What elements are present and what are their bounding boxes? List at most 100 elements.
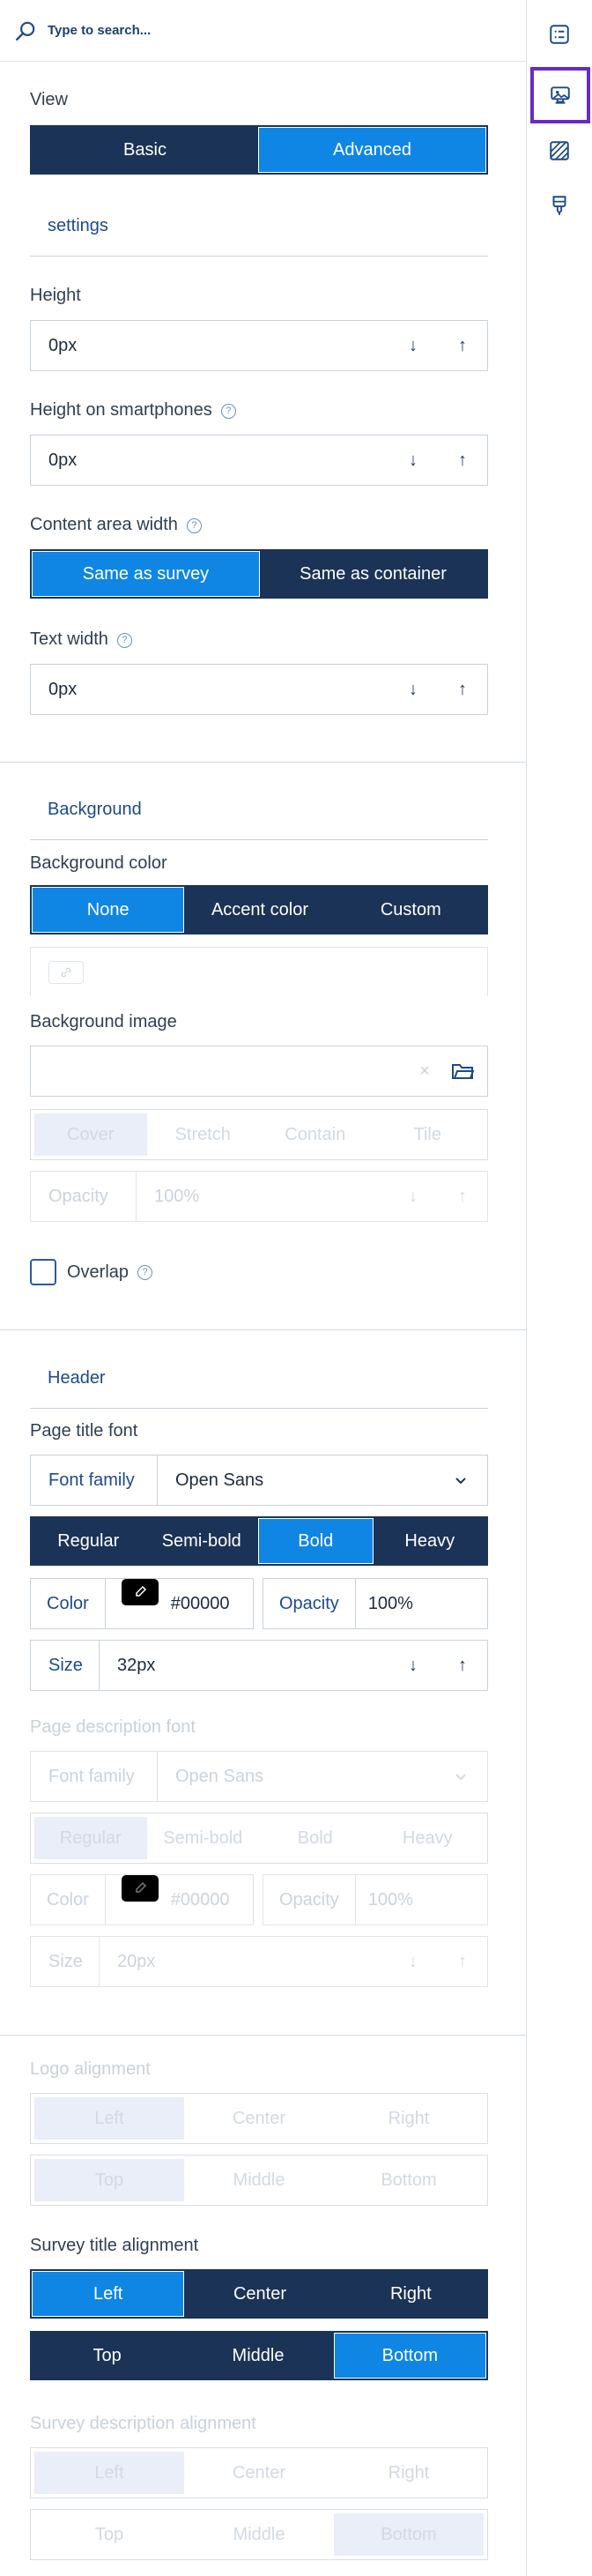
title-font-family-value[interactable]: Open Sans — [158, 1456, 434, 1505]
desc-color-value: #000000 — [170, 1889, 229, 1910]
chevron-down-icon[interactable] — [434, 1456, 487, 1505]
help-icon[interactable]: ? — [186, 518, 202, 533]
arrow-down-icon[interactable]: ↓ — [388, 450, 438, 471]
title-size-value[interactable]: 32px — [100, 1656, 388, 1676]
height-mobile-label: Height on smartphones? — [30, 400, 236, 421]
background-image-label: Background image — [30, 1012, 177, 1031]
logo-align-top: Top — [34, 2159, 184, 2201]
view-advanced-option[interactable]: Advanced — [258, 127, 486, 173]
desc-color-field: Color #000000 — [30, 1874, 254, 1925]
pattern-icon[interactable] — [544, 136, 574, 166]
arrow-down-icon[interactable]: ↓ — [388, 336, 438, 356]
view-label: View — [30, 90, 68, 109]
logo-v-align-toggle: Top Middle Bottom — [30, 2155, 488, 2206]
arrow-up-icon[interactable]: ↑ — [438, 1656, 487, 1676]
fit-stretch-option: Stretch — [174, 1124, 231, 1144]
theme-icon[interactable] — [530, 67, 590, 123]
height-mobile-label-text: Height on smartphones — [30, 400, 212, 420]
title-align-bottom[interactable]: Bottom — [333, 2333, 486, 2379]
search-bar[interactable]: Type to search... — [0, 0, 527, 62]
title-align-left[interactable]: Left — [32, 2271, 185, 2317]
desc-font-label: Page description font — [30, 1717, 196, 1737]
tool-rail — [527, 0, 592, 2576]
bg-accent-option[interactable]: Accent color — [184, 887, 335, 933]
fit-cover-option: Cover — [34, 1113, 147, 1156]
brush-icon[interactable] — [544, 190, 574, 220]
same-as-container-option[interactable]: Same as container — [260, 551, 486, 597]
desc-align-right: Right — [388, 2462, 430, 2483]
section-divider — [0, 2035, 527, 2036]
list-icon[interactable] — [544, 19, 574, 49]
title-color-field[interactable]: Color #000000 — [30, 1578, 254, 1629]
arrow-down-icon[interactable]: ↓ — [388, 680, 438, 700]
desc-weight-regular: Regular — [34, 1817, 147, 1859]
title-align-right[interactable]: Right — [336, 2271, 486, 2317]
desc-weight-heavy: Heavy — [402, 1828, 453, 1848]
clear-icon[interactable]: × — [411, 1061, 438, 1082]
title-weight-heavy[interactable]: Heavy — [374, 1518, 487, 1564]
search-icon — [16, 21, 35, 41]
bg-opacity-field: Opacity 100% ↓ ↑ — [30, 1171, 488, 1222]
logo-align-center: Center — [232, 2108, 286, 2128]
help-icon[interactable]: ? — [137, 1264, 153, 1280]
arrow-up-icon: ↑ — [458, 1951, 467, 1971]
text-width-value[interactable]: 0px — [31, 680, 388, 700]
background-color-label: Background color — [30, 853, 167, 873]
title-size-field[interactable]: Size 32px ↓ ↑ — [30, 1640, 488, 1691]
height-field[interactable]: 0px ↓ ↑ — [30, 320, 488, 371]
title-font-family-select[interactable]: Font family Open Sans — [30, 1455, 488, 1506]
arrow-down-icon[interactable]: ↓ — [388, 1656, 438, 1676]
title-align-middle[interactable]: Middle — [182, 2333, 333, 2379]
survey-desc-alignment-label: Survey description alignment — [30, 2414, 256, 2433]
title-color-value[interactable]: #000000 — [159, 1579, 229, 1628]
title-weight-bold[interactable]: Bold — [258, 1518, 374, 1564]
help-icon[interactable]: ? — [220, 404, 236, 419]
title-align-center[interactable]: Center — [184, 2271, 335, 2317]
text-width-field[interactable]: 0px ↓ ↑ — [30, 664, 488, 715]
section-divider — [0, 762, 527, 763]
link-icon — [48, 960, 84, 984]
title-opacity-value[interactable]: 100% — [356, 1579, 413, 1628]
chevron-down-icon — [434, 1752, 487, 1801]
arrow-up-icon[interactable]: ↑ — [438, 450, 487, 471]
view-basic-option[interactable]: Basic — [32, 127, 258, 173]
height-mobile-field[interactable]: 0px ↓ ↑ — [30, 435, 488, 486]
logo-align-right: Right — [388, 2108, 430, 2128]
background-section-title: Background — [48, 800, 142, 819]
bg-none-option[interactable]: None — [32, 887, 185, 933]
title-opacity-field[interactable]: Opacity 100% — [263, 1578, 488, 1629]
title-v-align-toggle: Top Middle Bottom — [30, 2331, 488, 2380]
background-image-field[interactable]: × — [30, 1046, 488, 1097]
title-weight-semibold[interactable]: Semi-bold — [145, 1518, 259, 1564]
title-font-label: Page title font — [30, 1421, 138, 1441]
bg-opacity-value: 100% — [154, 1186, 200, 1206]
height-mobile-value[interactable]: 0px — [31, 450, 388, 471]
desc-align-top: Top — [94, 2524, 124, 2544]
search-input[interactable]: Type to search... — [48, 23, 151, 38]
desc-size-label: Size — [31, 1937, 100, 1986]
title-weight-toggle: Regular Semi-bold Bold Heavy — [30, 1516, 488, 1566]
background-rule — [30, 839, 488, 840]
height-label: Height — [30, 286, 81, 305]
desc-align-bottom: Bottom — [334, 2513, 484, 2556]
title-weight-regular[interactable]: Regular — [32, 1518, 145, 1564]
overlap-row[interactable]: Overlap ? — [30, 1259, 153, 1285]
content-width-label-text: Content area width — [30, 515, 178, 534]
title-align-top[interactable]: Top — [32, 2333, 182, 2379]
eyedropper-icon[interactable] — [121, 1579, 159, 1605]
section-divider — [0, 1329, 527, 1330]
help-icon[interactable]: ? — [116, 633, 132, 648]
overlap-checkbox[interactable] — [30, 1259, 56, 1285]
folder-icon[interactable] — [438, 1061, 487, 1081]
same-as-survey-option[interactable]: Same as survey — [32, 551, 260, 597]
arrow-up-icon[interactable]: ↑ — [438, 680, 487, 700]
settings-rule — [30, 256, 488, 257]
eyedropper-icon — [121, 1875, 159, 1902]
arrow-up-icon[interactable]: ↑ — [438, 336, 487, 356]
title-color-label: Color — [31, 1579, 106, 1628]
desc-font-family-value: Open Sans — [175, 1766, 264, 1786]
content-width-label: Content area width? — [30, 515, 202, 535]
height-value[interactable]: 0px — [31, 336, 388, 356]
bg-custom-option[interactable]: Custom — [336, 887, 486, 933]
arrow-up-icon: ↑ — [458, 1186, 467, 1206]
